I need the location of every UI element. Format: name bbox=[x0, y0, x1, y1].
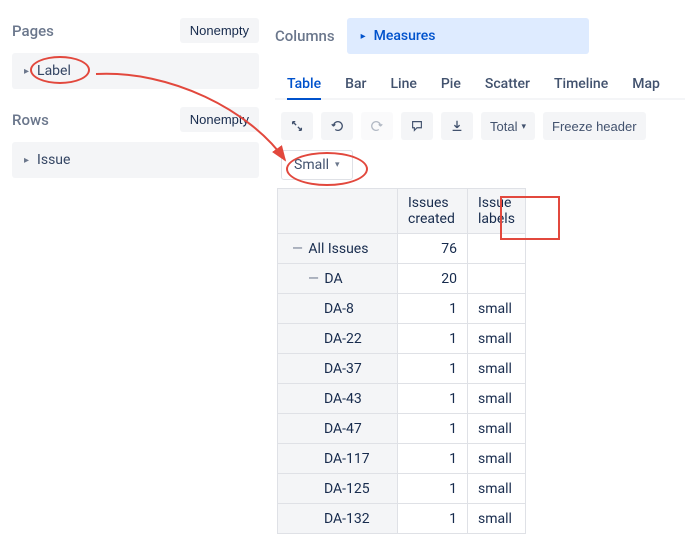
undo-button[interactable] bbox=[321, 112, 353, 140]
row-label: — DA bbox=[278, 264, 398, 294]
chevron-right-icon: ▸ bbox=[24, 155, 29, 166]
cell-issue-labels bbox=[468, 264, 526, 294]
row-label: DA-8 bbox=[278, 294, 398, 324]
pages-header: Pages Nonempty bbox=[12, 18, 259, 43]
comment-button[interactable] bbox=[401, 112, 433, 140]
comment-icon bbox=[410, 119, 424, 133]
toolbar: Total ▾ Freeze header bbox=[275, 112, 685, 140]
redo-icon bbox=[370, 119, 384, 133]
measures-label: Measures bbox=[374, 28, 436, 44]
undo-icon bbox=[330, 119, 344, 133]
tab-line[interactable]: Line bbox=[390, 70, 416, 98]
table-row[interactable]: DA-371small bbox=[278, 354, 526, 384]
cell-issue-labels: small bbox=[468, 474, 526, 504]
cell-issue-labels: small bbox=[468, 294, 526, 324]
pages-title: Pages bbox=[12, 22, 54, 40]
tab-pie[interactable]: Pie bbox=[441, 70, 461, 98]
rows-title: Rows bbox=[12, 111, 49, 129]
cell-issue-labels: small bbox=[468, 384, 526, 414]
row-label: DA-47 bbox=[278, 414, 398, 444]
cell-issues-created: 1 bbox=[398, 504, 468, 534]
rows-nonempty-button[interactable]: Nonempty bbox=[180, 107, 259, 132]
collapse-icon[interactable]: — bbox=[308, 271, 319, 287]
filter-chip-small[interactable]: Small ▾ bbox=[281, 150, 353, 180]
freeze-header-button[interactable]: Freeze header bbox=[543, 112, 646, 140]
expand-icon bbox=[290, 119, 304, 133]
cell-issue-labels: small bbox=[468, 504, 526, 534]
tab-scatter[interactable]: Scatter bbox=[485, 70, 530, 98]
table-row[interactable]: DA-81small bbox=[278, 294, 526, 324]
cell-issue-labels: small bbox=[468, 324, 526, 354]
cell-issues-created: 76 bbox=[398, 234, 468, 264]
download-icon bbox=[450, 119, 464, 133]
col-issues-created[interactable]: Issues created bbox=[398, 189, 468, 234]
cell-issues-created: 1 bbox=[398, 294, 468, 324]
table-row[interactable]: — All Issues76 bbox=[278, 234, 526, 264]
tab-bar[interactable]: Bar bbox=[345, 70, 366, 98]
cell-issues-created: 1 bbox=[398, 474, 468, 504]
cell-issues-created: 1 bbox=[398, 384, 468, 414]
table-row[interactable]: DA-431small bbox=[278, 384, 526, 414]
table-row[interactable]: DA-1321small bbox=[278, 504, 526, 534]
rows-item-issue[interactable]: ▸ Issue bbox=[12, 142, 259, 178]
expand-button[interactable] bbox=[281, 112, 313, 140]
table-row[interactable]: DA-1251small bbox=[278, 474, 526, 504]
rows-item-text: Issue bbox=[37, 152, 70, 168]
pages-nonempty-button[interactable]: Nonempty bbox=[180, 18, 259, 43]
chevron-right-icon: ▸ bbox=[361, 31, 366, 42]
chevron-right-icon: ▸ bbox=[24, 66, 29, 77]
chevron-down-icon: ▾ bbox=[521, 121, 526, 132]
total-label: Total bbox=[490, 119, 517, 134]
row-label: DA-125 bbox=[278, 474, 398, 504]
download-button[interactable] bbox=[441, 112, 473, 140]
data-table: Issues created Issue labels — All Issues… bbox=[277, 188, 526, 534]
cell-issue-labels bbox=[468, 234, 526, 264]
columns-title: Columns bbox=[275, 27, 335, 45]
cell-issue-labels: small bbox=[468, 444, 526, 474]
pages-item-label[interactable]: ▸ Label bbox=[12, 53, 259, 89]
redo-button[interactable] bbox=[361, 112, 393, 140]
measures-chip[interactable]: ▸ Measures bbox=[347, 18, 589, 54]
cell-issues-created: 20 bbox=[398, 264, 468, 294]
columns-bar: Columns ▸ Measures bbox=[275, 18, 685, 54]
table-corner bbox=[278, 189, 398, 234]
table-row[interactable]: DA-1171small bbox=[278, 444, 526, 474]
pages-item-text: Label bbox=[37, 63, 71, 79]
filter-label: Small bbox=[294, 157, 329, 173]
cell-issues-created: 1 bbox=[398, 324, 468, 354]
total-button[interactable]: Total ▾ bbox=[481, 112, 535, 140]
row-label: — All Issues bbox=[278, 234, 398, 264]
col-issue-labels[interactable]: Issue labels bbox=[468, 189, 526, 234]
row-label: DA-43 bbox=[278, 384, 398, 414]
right-panel: Columns ▸ Measures Table Bar Line Pie Sc… bbox=[265, 0, 685, 500]
row-label: DA-117 bbox=[278, 444, 398, 474]
row-label: DA-132 bbox=[278, 504, 398, 534]
row-label: DA-22 bbox=[278, 324, 398, 354]
table-row[interactable]: — DA20 bbox=[278, 264, 526, 294]
cell-issues-created: 1 bbox=[398, 354, 468, 384]
tab-map[interactable]: Map bbox=[632, 70, 660, 98]
tab-table[interactable]: Table bbox=[287, 70, 321, 100]
cell-issues-created: 1 bbox=[398, 414, 468, 444]
cell-issue-labels: small bbox=[468, 354, 526, 384]
left-panel: Pages Nonempty ▸ Label Rows Nonempty ▸ I… bbox=[0, 0, 265, 500]
collapse-icon[interactable]: — bbox=[292, 241, 303, 257]
table-row[interactable]: DA-221small bbox=[278, 324, 526, 354]
cell-issues-created: 1 bbox=[398, 444, 468, 474]
table-row[interactable]: DA-471small bbox=[278, 414, 526, 444]
tab-timeline[interactable]: Timeline bbox=[554, 70, 608, 98]
rows-header: Rows Nonempty bbox=[12, 107, 259, 132]
chart-tabs: Table Bar Line Pie Scatter Timeline Map bbox=[275, 70, 685, 100]
chevron-down-icon: ▾ bbox=[335, 160, 340, 170]
cell-issue-labels: small bbox=[468, 414, 526, 444]
row-label: DA-37 bbox=[278, 354, 398, 384]
